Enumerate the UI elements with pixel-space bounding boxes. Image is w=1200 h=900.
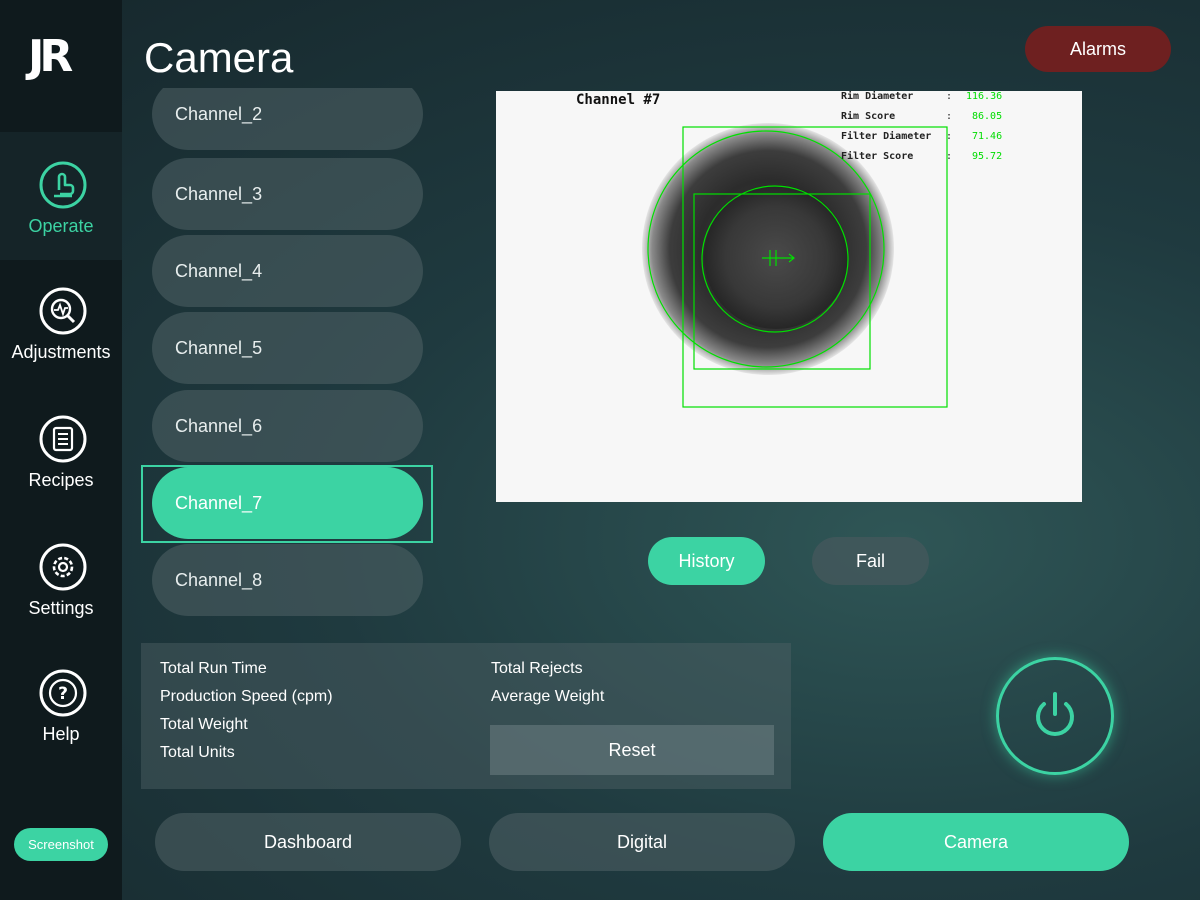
- channel-item-2[interactable]: Channel_2: [152, 88, 423, 150]
- hand-pointer-icon: [38, 160, 88, 210]
- camera-channel-title: Channel #7: [576, 92, 661, 108]
- alarms-button[interactable]: Alarms: [1025, 26, 1171, 72]
- stat-production-speed: Production Speed (cpm): [160, 688, 333, 705]
- readout-value-filter-score: 95.72: [972, 151, 1003, 162]
- sidebar: JR Operate Adjustments Recipes Settings …: [0, 0, 122, 900]
- channel-list: Channel_2 Channel_3 Channel_4 Channel_5 …: [152, 88, 424, 620]
- channel-item-7[interactable]: Channel_7: [152, 467, 423, 539]
- readout-colon: :: [946, 91, 953, 102]
- readout-value-rim-score: 86.05: [972, 111, 1003, 122]
- tab-digital[interactable]: Digital: [489, 813, 795, 871]
- readout-colon: :: [946, 131, 953, 142]
- page-title: Camera: [144, 34, 294, 81]
- tab-camera[interactable]: Camera: [823, 813, 1129, 871]
- gear-icon: [38, 542, 88, 592]
- channel-item-5[interactable]: Channel_5: [152, 312, 423, 384]
- nav-item-adjustments[interactable]: Adjustments: [0, 258, 122, 386]
- channel-item-6[interactable]: Channel_6: [152, 390, 423, 462]
- stat-total-weight: Total Weight: [160, 716, 248, 733]
- fail-button[interactable]: Fail: [812, 537, 929, 585]
- stat-total-units: Total Units: [160, 744, 235, 761]
- question-mark-icon: ?: [38, 668, 88, 718]
- readout-label-filter-score: Filter Score: [841, 151, 914, 162]
- history-button[interactable]: History: [648, 537, 765, 585]
- document-list-icon: [38, 414, 88, 464]
- power-icon: [1036, 692, 1074, 736]
- screenshot-button[interactable]: Screenshot: [14, 828, 108, 861]
- reset-button[interactable]: Reset: [490, 725, 774, 775]
- tab-dashboard[interactable]: Dashboard: [155, 813, 461, 871]
- nav-label-recipes: Recipes: [28, 470, 94, 490]
- stat-total-rejects: Total Rejects: [491, 660, 583, 677]
- channel-item-3[interactable]: Channel_3: [152, 158, 423, 230]
- logo: JR: [28, 31, 73, 82]
- nav-item-help[interactable]: ? Help: [0, 640, 122, 768]
- readout-label-filter-diameter: Filter Diameter: [841, 131, 932, 142]
- channel-item-4[interactable]: Channel_4: [152, 235, 423, 307]
- nav-label-operate: Operate: [28, 216, 94, 236]
- stat-total-run-time: Total Run Time: [160, 660, 267, 677]
- nav-item-operate[interactable]: Operate: [0, 132, 122, 260]
- svg-text:?: ?: [58, 684, 68, 704]
- readout-value-rim-diameter: 116.36: [966, 91, 1003, 102]
- nav-item-settings[interactable]: Settings: [0, 514, 122, 642]
- readout-value-filter-diameter: 71.46: [972, 131, 1003, 142]
- nav-label-adjustments: Adjustments: [11, 342, 111, 362]
- stats-panel: Total Run Time Production Speed (cpm) To…: [141, 643, 791, 789]
- nav-item-recipes[interactable]: Recipes: [0, 386, 122, 514]
- gauge-magnifier-icon: [38, 286, 88, 336]
- readout-label-rim-diameter: Rim Diameter: [841, 91, 914, 102]
- readout-colon: :: [946, 151, 953, 162]
- readout-colon: :: [946, 111, 953, 122]
- channel-item-8[interactable]: Channel_8: [152, 544, 423, 616]
- camera-view: Channel #7 Rim Diameter : 116.36 Rim Sco…: [496, 91, 1082, 502]
- stat-average-weight: Average Weight: [491, 688, 605, 705]
- nav-label-help: Help: [42, 724, 80, 744]
- nav-label-settings: Settings: [28, 598, 94, 618]
- readout-label-rim-score: Rim Score: [841, 111, 896, 122]
- power-button[interactable]: [996, 657, 1114, 775]
